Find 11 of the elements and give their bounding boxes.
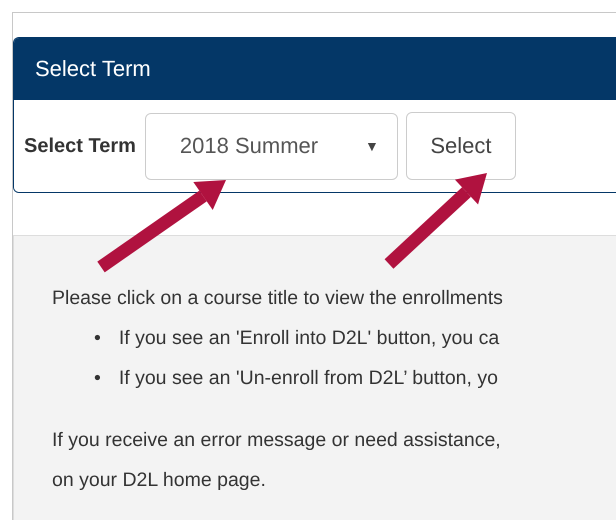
term-dropdown[interactable]: 2018 Summer ▼ <box>144 112 398 180</box>
select-button[interactable]: Select <box>406 112 516 180</box>
bullet-text: If you see an 'Enroll into D2L' button, you ca <box>118 326 500 351</box>
term-label: Select Term <box>24 134 136 158</box>
bullet-text: If you see an 'Un-enroll from D2L’ button, yo <box>118 366 498 391</box>
bullet-marker: • <box>94 326 101 351</box>
help-text: on your D2L home page. <box>52 468 267 493</box>
panel-title: Select Term <box>14 38 616 100</box>
bullet-marker: • <box>94 366 101 391</box>
help-text: If you receive an error message or need assistance, <box>52 428 502 453</box>
intro-text: Please click on a course title to view the enrollments <box>52 286 504 311</box>
